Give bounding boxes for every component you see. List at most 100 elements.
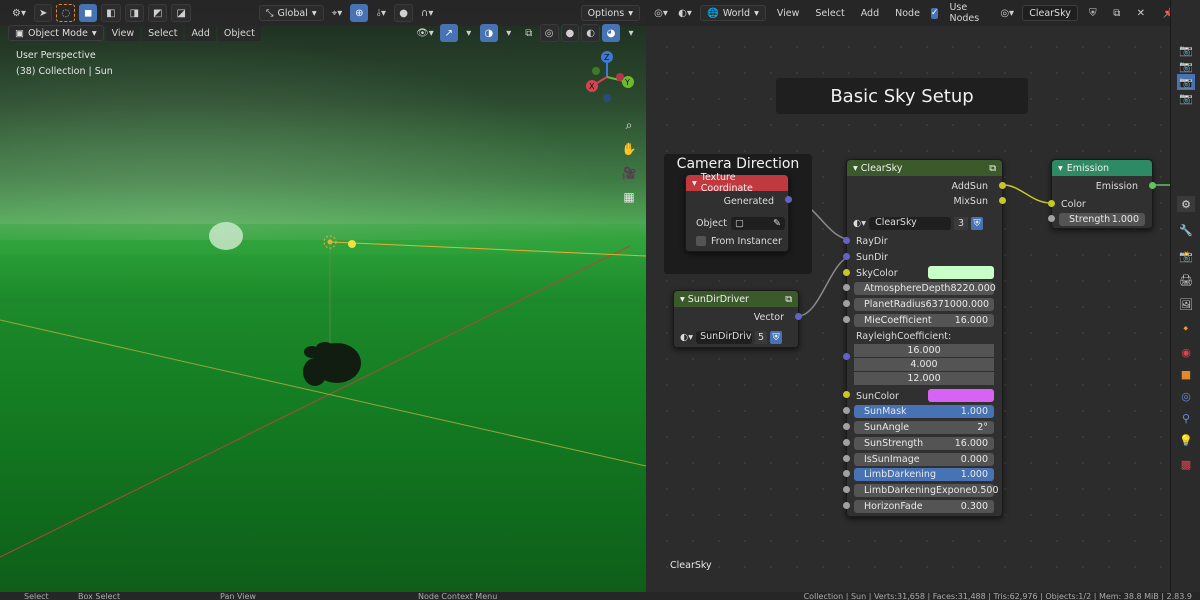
box-select-icon[interactable]: ◌ [56, 4, 76, 22]
shading-material-icon[interactable]: ◐ [581, 24, 600, 42]
menu-select[interactable]: Select [142, 25, 184, 41]
socket-mie-in[interactable] [843, 316, 850, 323]
object-icon[interactable]: ■ [1177, 366, 1195, 382]
socket-sunstrength-in[interactable] [843, 439, 850, 446]
socket-skycolor-in[interactable] [843, 269, 850, 276]
select-mode-subtract-icon[interactable]: ◨ [124, 4, 145, 22]
group-name-field[interactable]: SunDirDrive [696, 330, 753, 344]
node-clearsky[interactable]: ▾ ClearSky ⧉ AddSun MixSun ◐▾ ClearSky 3… [846, 159, 1003, 517]
menu-add[interactable]: Add [185, 25, 216, 41]
socket-color-in[interactable] [1048, 200, 1055, 207]
properties-editor-icon[interactable]: ⚙ [1177, 196, 1195, 212]
sunangle-field[interactable]: SunAngle 2° [854, 421, 994, 434]
editor-type-icon[interactable]: ⚙▾ [8, 4, 30, 22]
pivot-point-icon[interactable]: ⌖▾ [328, 4, 347, 22]
node-header[interactable]: ▾ Emission [1052, 160, 1152, 176]
gizmo-toggle-icon[interactable]: ↗ [439, 24, 458, 42]
node-header[interactable]: ▾ Texture Coordinate [686, 172, 788, 194]
socket-rayleigh-in[interactable] [843, 353, 850, 360]
socket-limb-in[interactable] [843, 470, 850, 477]
snap-icon[interactable]: ⊕ [350, 4, 369, 22]
node-tree-browse-icon[interactable]: ◐▾ [680, 332, 693, 343]
socket-mixsun-out[interactable] [999, 197, 1006, 204]
strength-field[interactable]: Strength 1.000 [1059, 213, 1145, 226]
select-mode-extend-icon[interactable]: ◧ [101, 4, 121, 22]
pan-hand-icon[interactable]: ✋ [618, 138, 640, 160]
collapse-chevron-icon[interactable]: ▾ [680, 294, 688, 305]
gizmo-dropdown-icon[interactable]: ▾ [460, 24, 478, 42]
3d-viewport[interactable]: ⚙▾ ➤ ◌ ◼ ◧ ◨ ◩ ◪ ⤡ Global ▾ ⌖▾ ⊕ ⫰▾ ● ∩▾… [0, 0, 646, 592]
menu-view[interactable]: View [105, 25, 141, 41]
view-layer-icon[interactable]: 🖼 [1177, 296, 1195, 312]
shading-wireframe-icon[interactable]: ◎ [539, 24, 559, 42]
mie-coefficient-field[interactable]: MieCoefficient 16.000 [854, 314, 994, 327]
sunmask-field[interactable]: SunMask 1.000 [854, 405, 994, 418]
object-data-icon[interactable]: ⚲ [1177, 410, 1195, 426]
socket-horizonfade-in[interactable] [843, 502, 850, 509]
socket-planetradius-in[interactable] [843, 300, 850, 307]
options-dropdown[interactable]: Options ▾ [580, 5, 640, 21]
planet-radius-field[interactable]: PlanetRadius 6371000.000 [854, 298, 994, 311]
menu-object[interactable]: Object [217, 25, 261, 41]
zoom-icon[interactable]: ⌕ [618, 114, 640, 136]
socket-strength-in[interactable] [1048, 215, 1055, 222]
select-tool-icon[interactable]: ➤ [33, 4, 53, 22]
camera-icon[interactable]: 📷 [1177, 42, 1195, 58]
socket-sundir-in[interactable] [843, 253, 850, 260]
object-field[interactable]: ▢ ✎ [730, 216, 785, 230]
shader-node-editor[interactable]: ◎▾ ◐▾ 🌐 World ▾ View Select Add Node ✓ U… [646, 0, 1170, 592]
constraints-icon[interactable]: ◎ [1177, 388, 1195, 404]
socket-issunimage-in[interactable] [843, 455, 850, 462]
scene-icon[interactable]: 🔸 [1177, 320, 1195, 336]
socket-emission-out[interactable] [1149, 182, 1156, 189]
light-data-icon[interactable]: 💡 [1177, 432, 1195, 448]
shading-dropdown-icon[interactable]: ▾ [622, 24, 640, 42]
rayleigh-z-field[interactable]: 12.000 [854, 372, 994, 385]
socket-vector-out[interactable] [795, 313, 802, 320]
rayleigh-y-field[interactable]: 4.000 [854, 358, 994, 371]
socket-sunmask-in[interactable] [843, 407, 850, 414]
collapse-chevron-icon[interactable]: ▾ [1058, 163, 1063, 174]
ortho-grid-icon[interactable]: ▦ [618, 186, 640, 208]
transform-orientation-dropdown[interactable]: ⤡ Global ▾ [258, 5, 324, 21]
select-mode-invert-icon[interactable]: ◩ [148, 4, 168, 22]
eyedropper-icon[interactable]: ✎ [773, 218, 781, 229]
suncolor-swatch[interactable] [928, 389, 994, 402]
camera-icon[interactable]: 📷 [1177, 90, 1195, 106]
proportional-edit-icon[interactable]: ● [394, 4, 414, 22]
collapse-chevron-icon[interactable]: ▾ [853, 163, 861, 174]
select-mode-intersect-icon[interactable]: ◪ [171, 4, 191, 22]
socket-addsun-out[interactable] [999, 182, 1006, 189]
horizonfade-field[interactable]: HorizonFade 0.300 [854, 500, 994, 513]
world-icon[interactable]: ◉ [1177, 344, 1195, 360]
shading-solid-icon[interactable]: ● [560, 24, 580, 42]
sunstrength-field[interactable]: SunStrength 16.000 [854, 437, 994, 450]
node-tree-browse-icon[interactable]: ◐▾ [853, 218, 866, 229]
group-name-field[interactable]: ClearSky [869, 216, 952, 230]
visibility-icon[interactable]: 👁▾ [412, 24, 438, 42]
socket-generated-out[interactable] [785, 196, 792, 203]
xray-icon[interactable]: ⧉ [520, 24, 538, 42]
node-header[interactable]: ▾ ClearSky ⧉ [847, 160, 1002, 176]
snap-target-icon[interactable]: ⫰▾ [372, 4, 390, 22]
socket-atmosphere-in[interactable] [843, 284, 850, 291]
rayleigh-x-field[interactable]: 16.000 [854, 344, 994, 357]
issunimage-field[interactable]: IsSunImage 0.000 [854, 453, 994, 466]
axis-gizmo[interactable]: Z Y X [576, 46, 638, 108]
fake-user-shield-icon[interactable]: ⛨ [971, 216, 984, 230]
overlay-toggle-icon[interactable]: ◑ [479, 24, 498, 42]
shading-rendered-icon[interactable]: ◕ [602, 24, 620, 42]
from-instancer-checkbox[interactable] [696, 236, 706, 246]
fake-user-shield-icon[interactable]: ⛨ [770, 330, 783, 344]
select-mode-new-icon[interactable]: ◼ [79, 4, 98, 22]
socket-suncolor-in[interactable] [843, 391, 850, 398]
node-emission[interactable]: ▾ Emission Emission Color Strength 1.000 [1051, 159, 1153, 229]
node-sundirdriver[interactable]: ▾ SunDirDriver ⧉ Vector ◐▾ SunDirDrive 5… [673, 290, 799, 348]
socket-sunangle-in[interactable] [843, 423, 850, 430]
skycolor-swatch[interactable] [928, 266, 994, 279]
camera-view-icon[interactable]: 🎥 [618, 162, 640, 184]
camera-icon[interactable]: 📷 [1177, 58, 1195, 74]
camera-icon[interactable]: 📷 [1177, 74, 1195, 90]
output-icon[interactable]: 🖨 [1177, 272, 1195, 288]
tool-icon[interactable]: 🔧 [1177, 222, 1195, 238]
